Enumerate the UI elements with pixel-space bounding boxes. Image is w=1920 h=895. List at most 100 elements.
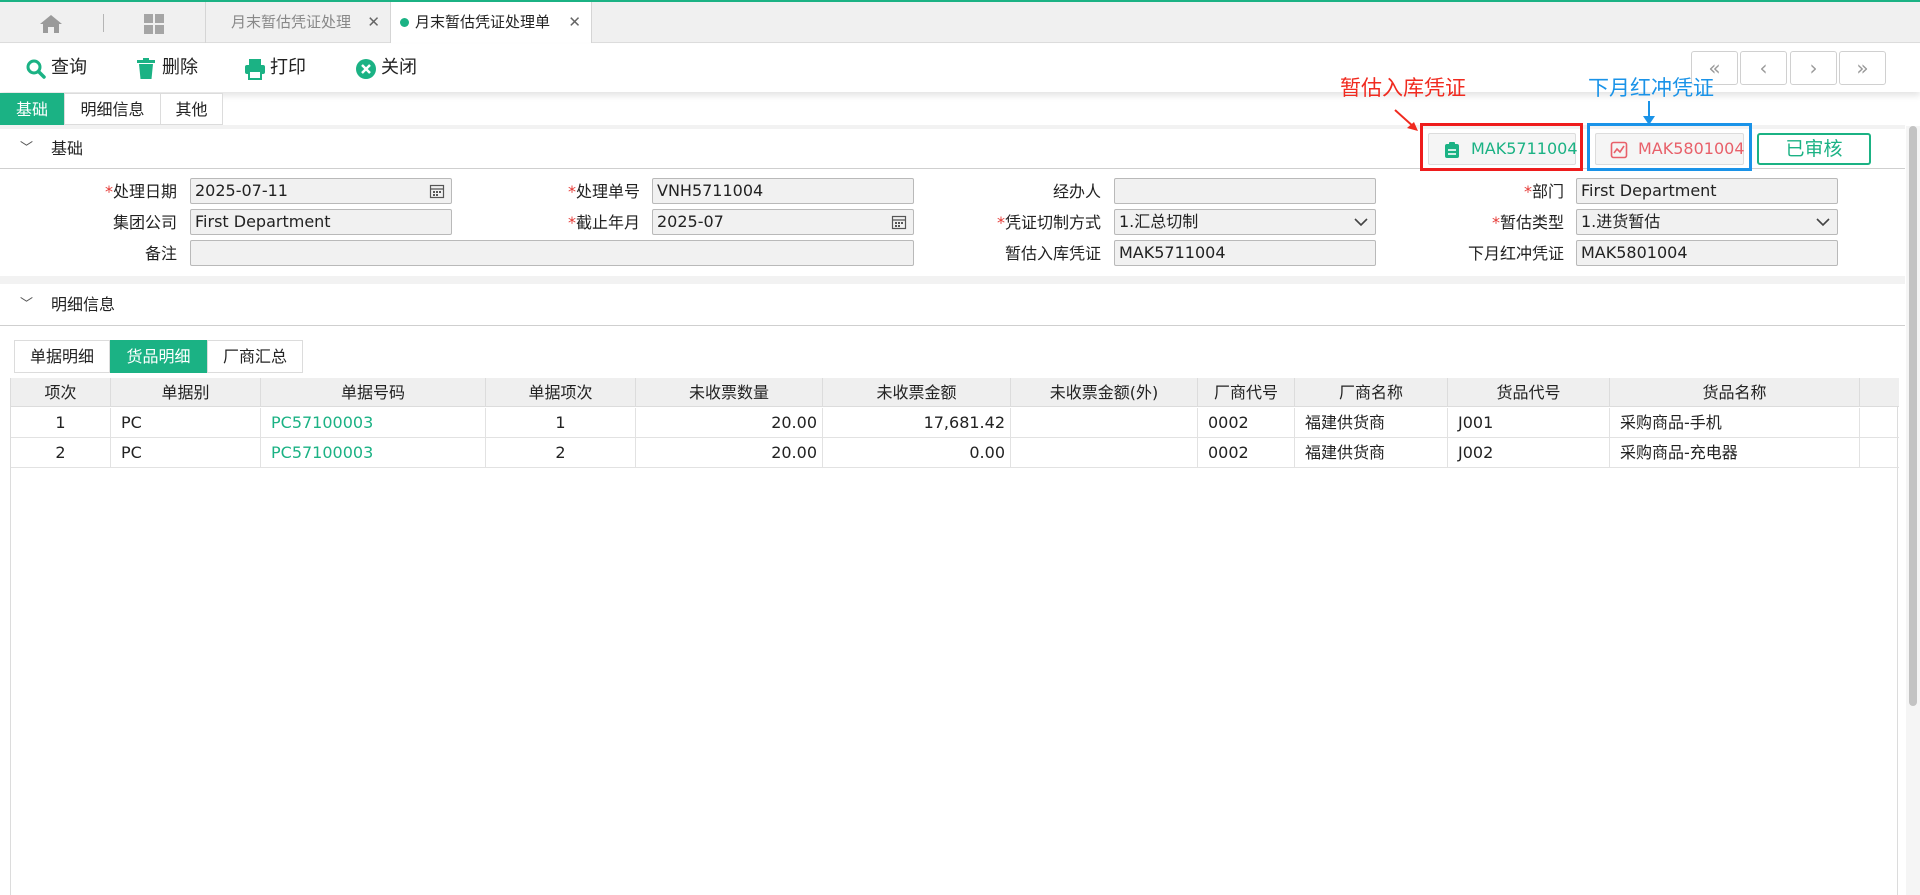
cell-unbilled-amount: 17,681.42 bbox=[823, 408, 1011, 437]
table-header: 项次 单据别 单据号码 单据项次 未收票数量 未收票金额 未收票金额(外) 厂商… bbox=[11, 378, 1899, 407]
cell-vendor-code: 0002 bbox=[1198, 438, 1295, 467]
column-header[interactable]: 单据别 bbox=[111, 378, 261, 407]
chevron-down-icon bbox=[1816, 218, 1830, 227]
voucher-icon bbox=[1445, 142, 1459, 158]
printer-icon bbox=[245, 59, 265, 80]
department-label: *部门 bbox=[1523, 182, 1564, 201]
process-no-field[interactable]: VNH5711004 bbox=[652, 178, 914, 204]
cell-doc-no-link[interactable]: PC57100003 bbox=[261, 438, 486, 467]
search-icon bbox=[26, 59, 46, 79]
vertical-scrollbar[interactable] bbox=[1906, 126, 1920, 895]
column-header[interactable]: 厂商代号 bbox=[1198, 378, 1295, 407]
cell-vendor-name: 福建供货商 bbox=[1295, 438, 1448, 467]
cell-doc-line: 2 bbox=[486, 438, 636, 467]
trash-icon bbox=[137, 58, 155, 79]
detail-tab-document[interactable]: 单据明细 bbox=[14, 340, 110, 373]
close-tab-icon[interactable]: ✕ bbox=[367, 2, 380, 43]
column-header[interactable]: 未收票金额(外) bbox=[1011, 378, 1198, 407]
estimate-voucher-button[interactable]: MAK5711004 bbox=[1428, 133, 1578, 165]
home-icon[interactable] bbox=[36, 12, 66, 36]
column-header[interactable]: 厂商名称 bbox=[1295, 378, 1448, 407]
cell-item-name: 采购商品-充电器 bbox=[1610, 438, 1860, 467]
chevron-left-icon: ‹ bbox=[1759, 56, 1768, 80]
cell-unbilled-qty: 20.00 bbox=[636, 438, 823, 467]
annotation-arrow-red-icon bbox=[1394, 109, 1418, 131]
prev-record-button[interactable]: ‹ bbox=[1740, 51, 1787, 85]
table-row[interactable]: 1 PC PC57100003 1 20.00 17,681.42 0002 福… bbox=[11, 408, 1899, 438]
divider bbox=[0, 276, 1905, 284]
cutoff-month-label: *截止年月 bbox=[567, 213, 640, 232]
process-date-field[interactable]: 2025-07-11 bbox=[190, 178, 452, 204]
estimate-type-select[interactable]: 1.进货暂估 bbox=[1576, 209, 1838, 235]
handler-label: 经办人 bbox=[1052, 182, 1101, 201]
cell-item-name: 采购商品-手机 bbox=[1610, 408, 1860, 437]
group-company-field[interactable]: First Department bbox=[190, 209, 452, 235]
tab-month-end-estimate-form[interactable]: 月末暂估凭证处理单 ✕ bbox=[390, 2, 592, 43]
double-right-icon: » bbox=[1856, 56, 1869, 80]
column-header[interactable]: 项次 bbox=[11, 378, 111, 407]
cell-vendor-name: 福建供货商 bbox=[1295, 408, 1448, 437]
annotation-reversal-voucher: 下月红冲凭证 bbox=[1588, 76, 1714, 100]
chevron-right-icon: › bbox=[1809, 56, 1818, 80]
process-no-label: *处理单号 bbox=[567, 182, 640, 201]
column-header[interactable]: 货品名称 bbox=[1610, 378, 1860, 407]
cell-doc-no-link[interactable]: PC57100003 bbox=[261, 408, 486, 437]
apps-grid-icon[interactable] bbox=[141, 12, 167, 36]
reversal-voucher-button[interactable]: MAK5801004 bbox=[1595, 133, 1745, 165]
chevron-down-icon bbox=[1354, 218, 1368, 227]
window-tab-bar: 月末暂估凭证处理 ✕ 月末暂估凭证处理单 ✕ bbox=[0, 0, 1920, 43]
section-header-detail[interactable]: ﹀ 明细信息 bbox=[0, 288, 1905, 322]
cell-line-no: 1 bbox=[11, 408, 111, 437]
estimate-voucher-label: 暂估入库凭证 bbox=[1004, 244, 1101, 263]
last-record-button[interactable]: » bbox=[1839, 51, 1886, 85]
section-tab-detail[interactable]: 明细信息 bbox=[64, 93, 161, 125]
remark-label: 备注 bbox=[144, 244, 177, 263]
cell-line-no: 2 bbox=[11, 438, 111, 467]
section-tab-other[interactable]: 其他 bbox=[160, 93, 223, 125]
detail-tab-goods[interactable]: 货品明细 bbox=[110, 340, 207, 373]
remark-field[interactable] bbox=[190, 240, 914, 266]
divider bbox=[103, 14, 104, 32]
reversal-voucher-field[interactable]: MAK5801004 bbox=[1576, 240, 1838, 266]
column-header[interactable]: 未收票金额 bbox=[823, 378, 1011, 407]
annotation-estimate-voucher: 暂估入库凭证 bbox=[1340, 76, 1466, 100]
process-date-label: *处理日期 bbox=[104, 182, 177, 201]
table-row[interactable]: 2 PC PC57100003 2 20.00 0.00 0002 福建供货商 … bbox=[11, 438, 1899, 468]
column-header[interactable]: 单据号码 bbox=[261, 378, 486, 407]
tab-label: 月末暂估凭证处理 bbox=[231, 13, 352, 31]
divider bbox=[0, 325, 1905, 326]
tab-label: 月末暂估凭证处理单 bbox=[415, 13, 551, 31]
detail-tab-vendor-summary[interactable]: 厂商汇总 bbox=[207, 340, 303, 373]
chevron-down-icon: ﹀ bbox=[20, 141, 34, 156]
chart-voucher-icon bbox=[1610, 141, 1628, 159]
column-header[interactable]: 单据项次 bbox=[486, 378, 636, 407]
scrollbar-thumb[interactable] bbox=[1909, 126, 1917, 706]
voucher-split-select[interactable]: 1.汇总切制 bbox=[1114, 209, 1376, 235]
cell-unbilled-qty: 20.00 bbox=[636, 408, 823, 437]
audited-status-badge: 已审核 bbox=[1757, 133, 1871, 165]
cutoff-month-field[interactable]: 2025-07 bbox=[652, 209, 914, 235]
cell-item-code: J001 bbox=[1448, 408, 1610, 437]
column-header[interactable]: 货品代号 bbox=[1448, 378, 1610, 407]
cell-unbilled-amount-foreign bbox=[1011, 408, 1198, 437]
cell-unbilled-amount: 0.00 bbox=[823, 438, 1011, 467]
cell-doc-type: PC bbox=[111, 408, 261, 437]
section-tab-basic[interactable]: 基础 bbox=[0, 93, 64, 125]
estimate-voucher-field[interactable]: MAK5711004 bbox=[1114, 240, 1376, 266]
tab-month-end-estimate[interactable]: 月末暂估凭证处理 ✕ bbox=[205, 2, 390, 43]
goods-detail-table: 项次 单据别 单据号码 单据项次 未收票数量 未收票金额 未收票金额(外) 厂商… bbox=[10, 378, 1899, 895]
close-tab-icon[interactable]: ✕ bbox=[568, 2, 581, 43]
calendar-icon[interactable] bbox=[891, 214, 907, 230]
voucher-split-label: *凭证切制方式 bbox=[996, 213, 1101, 232]
active-dot-icon bbox=[400, 18, 409, 27]
next-record-button[interactable]: › bbox=[1790, 51, 1837, 85]
cell-item-code: J002 bbox=[1448, 438, 1610, 467]
calendar-icon[interactable] bbox=[429, 183, 445, 199]
estimate-type-label: *暂估类型 bbox=[1491, 213, 1564, 232]
handler-field[interactable] bbox=[1114, 178, 1376, 204]
cell-vendor-code: 0002 bbox=[1198, 408, 1295, 437]
chevron-down-icon: ﹀ bbox=[20, 297, 34, 312]
column-header[interactable]: 未收票数量 bbox=[636, 378, 823, 407]
reversal-voucher-label: 下月红冲凭证 bbox=[1467, 244, 1564, 263]
department-field[interactable]: First Department bbox=[1576, 178, 1838, 204]
